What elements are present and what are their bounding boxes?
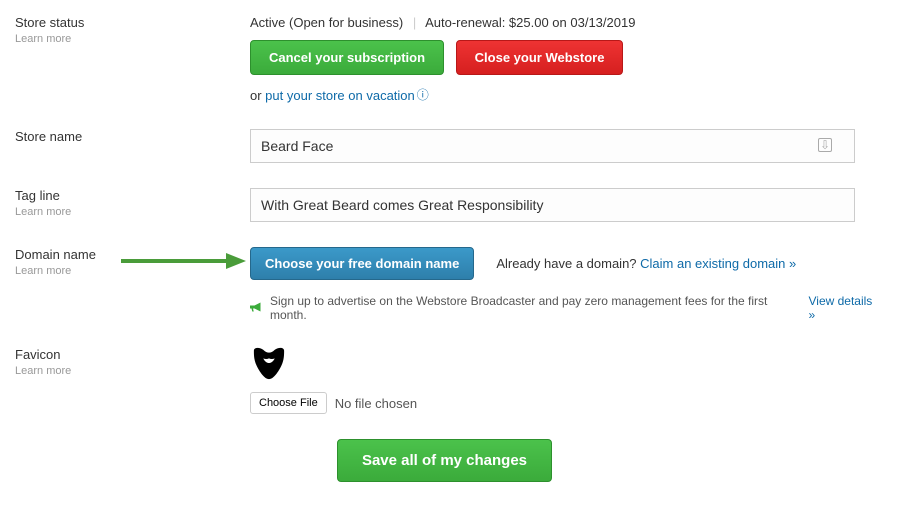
claim-domain-link[interactable]: Claim an existing domain » xyxy=(640,256,796,271)
bullhorn-icon xyxy=(250,301,262,316)
save-changes-button[interactable]: Save all of my changes xyxy=(337,439,552,482)
save-row: Save all of my changes xyxy=(15,439,882,482)
promo-line: Sign up to advertise on the Webstore Bro… xyxy=(250,294,882,322)
learn-more-tag-line[interactable]: Learn more xyxy=(15,206,235,218)
vacation-link[interactable]: put your store on vacation xyxy=(265,88,415,103)
row-domain-name: Domain name Learn more Choose your free … xyxy=(15,247,882,322)
divider: | xyxy=(413,15,416,30)
label-domain-name: Domain name xyxy=(15,247,235,262)
favicon-preview xyxy=(250,347,882,384)
autofill-icon: ⇩ xyxy=(818,138,832,152)
auto-renewal-text: Auto-renewal: $25.00 on 03/13/2019 xyxy=(425,15,635,30)
file-row: Choose File No file chosen xyxy=(250,392,882,414)
content-store-status: Active (Open for business) | Auto-renewa… xyxy=(250,15,882,104)
row-favicon: Favicon Learn more Choose File No file c… xyxy=(15,347,882,414)
label-col-store-status: Store status Learn more xyxy=(15,15,250,45)
label-store-status: Store status xyxy=(15,15,235,30)
promo-text: Sign up to advertise on the Webstore Bro… xyxy=(270,294,805,322)
row-store-name: Store name ⇩ xyxy=(15,129,882,163)
domain-line: Choose your free domain name Already hav… xyxy=(250,247,882,280)
tag-line-input[interactable] xyxy=(250,188,855,222)
cancel-subscription-button[interactable]: Cancel your subscription xyxy=(250,40,444,75)
label-col-domain-name: Domain name Learn more xyxy=(15,247,250,277)
label-col-favicon: Favicon Learn more xyxy=(15,347,250,377)
label-tag-line: Tag line xyxy=(15,188,235,203)
content-store-name: ⇩ xyxy=(250,129,882,163)
choose-domain-button[interactable]: Choose your free domain name xyxy=(250,247,474,280)
content-tag-line xyxy=(250,188,882,222)
label-col-store-name: Store name xyxy=(15,129,250,147)
status-line: Active (Open for business) | Auto-renewa… xyxy=(250,15,882,30)
info-icon[interactable]: ⓘ xyxy=(417,88,429,102)
row-tag-line: Tag line Learn more xyxy=(15,188,882,222)
choose-file-button[interactable]: Choose File xyxy=(250,392,327,414)
content-domain-name: Choose your free domain name Already hav… xyxy=(250,247,882,322)
row-store-status: Store status Learn more Active (Open for… xyxy=(15,15,882,104)
learn-more-store-status[interactable]: Learn more xyxy=(15,33,235,45)
active-status-text: Active (Open for business) xyxy=(250,15,403,30)
learn-more-domain-name[interactable]: Learn more xyxy=(15,265,235,277)
label-favicon: Favicon xyxy=(15,347,235,362)
view-details-link[interactable]: View details » xyxy=(808,294,882,322)
label-col-tag-line: Tag line Learn more xyxy=(15,188,250,218)
vacation-line: or put your store on vacationⓘ xyxy=(250,87,882,104)
beard-icon xyxy=(250,347,288,381)
content-favicon: Choose File No file chosen xyxy=(250,347,882,414)
learn-more-favicon[interactable]: Learn more xyxy=(15,365,235,377)
file-status-text: No file chosen xyxy=(335,396,417,411)
already-have-domain-text: Already have a domain? Claim an existing… xyxy=(496,256,796,271)
status-buttons: Cancel your subscription Close your Webs… xyxy=(250,40,882,75)
store-name-input[interactable] xyxy=(250,129,855,163)
label-store-name: Store name xyxy=(15,129,235,144)
or-text: or xyxy=(250,88,265,103)
close-webstore-button[interactable]: Close your Webstore xyxy=(456,40,624,75)
